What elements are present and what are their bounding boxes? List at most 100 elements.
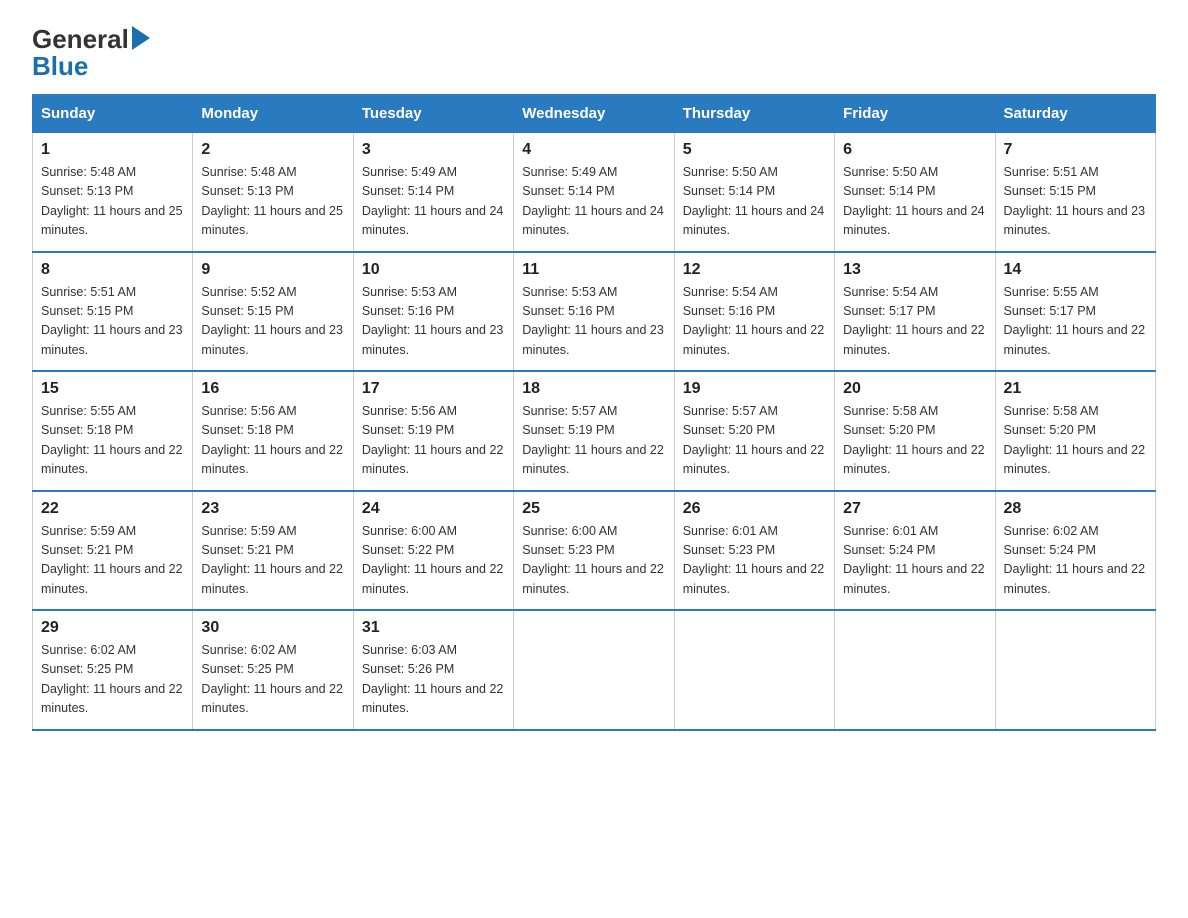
day-number: 24 [362,500,505,518]
logo: General Blue [32,24,150,82]
calendar-cell: 6 Sunrise: 5:50 AM Sunset: 5:14 PM Dayli… [835,133,995,252]
calendar-cell: 13 Sunrise: 5:54 AM Sunset: 5:17 PM Dayl… [835,252,995,372]
day-number: 9 [201,261,344,279]
day-number: 27 [843,500,986,518]
calendar-cell: 2 Sunrise: 5:48 AM Sunset: 5:13 PM Dayli… [193,133,353,252]
day-number: 28 [1004,500,1147,518]
day-info: Sunrise: 5:52 AM Sunset: 5:15 PM Dayligh… [201,283,344,361]
day-number: 6 [843,141,986,159]
calendar-cell: 8 Sunrise: 5:51 AM Sunset: 5:15 PM Dayli… [33,252,193,372]
calendar-cell: 11 Sunrise: 5:53 AM Sunset: 5:16 PM Dayl… [514,252,674,372]
day-info: Sunrise: 6:02 AM Sunset: 5:25 PM Dayligh… [41,641,184,719]
calendar-cell: 25 Sunrise: 6:00 AM Sunset: 5:23 PM Dayl… [514,491,674,611]
day-number: 11 [522,261,665,279]
logo-blue: Blue [32,51,88,82]
day-number: 18 [522,380,665,398]
day-number: 7 [1004,141,1147,159]
calendar-week-row: 15 Sunrise: 5:55 AM Sunset: 5:18 PM Dayl… [33,371,1156,491]
day-number: 12 [683,261,826,279]
day-info: Sunrise: 6:03 AM Sunset: 5:26 PM Dayligh… [362,641,505,719]
calendar-cell: 15 Sunrise: 5:55 AM Sunset: 5:18 PM Dayl… [33,371,193,491]
calendar-cell: 7 Sunrise: 5:51 AM Sunset: 5:15 PM Dayli… [995,133,1155,252]
calendar-week-row: 29 Sunrise: 6:02 AM Sunset: 5:25 PM Dayl… [33,610,1156,730]
calendar-table: SundayMondayTuesdayWednesdayThursdayFrid… [32,94,1156,731]
day-number: 15 [41,380,184,398]
day-info: Sunrise: 5:59 AM Sunset: 5:21 PM Dayligh… [201,522,344,600]
day-number: 31 [362,619,505,637]
day-info: Sunrise: 5:57 AM Sunset: 5:20 PM Dayligh… [683,402,826,480]
day-info: Sunrise: 5:54 AM Sunset: 5:16 PM Dayligh… [683,283,826,361]
calendar-cell: 18 Sunrise: 5:57 AM Sunset: 5:19 PM Dayl… [514,371,674,491]
day-info: Sunrise: 5:53 AM Sunset: 5:16 PM Dayligh… [362,283,505,361]
calendar-cell: 4 Sunrise: 5:49 AM Sunset: 5:14 PM Dayli… [514,133,674,252]
day-number: 19 [683,380,826,398]
day-number: 30 [201,619,344,637]
day-number: 3 [362,141,505,159]
calendar-cell: 22 Sunrise: 5:59 AM Sunset: 5:21 PM Dayl… [33,491,193,611]
logo-arrow-icon [132,26,150,50]
day-info: Sunrise: 5:56 AM Sunset: 5:19 PM Dayligh… [362,402,505,480]
day-info: Sunrise: 5:51 AM Sunset: 5:15 PM Dayligh… [1004,163,1147,241]
day-number: 13 [843,261,986,279]
day-info: Sunrise: 5:56 AM Sunset: 5:18 PM Dayligh… [201,402,344,480]
calendar-cell: 14 Sunrise: 5:55 AM Sunset: 5:17 PM Dayl… [995,252,1155,372]
calendar-cell: 20 Sunrise: 5:58 AM Sunset: 5:20 PM Dayl… [835,371,995,491]
day-info: Sunrise: 5:53 AM Sunset: 5:16 PM Dayligh… [522,283,665,361]
day-info: Sunrise: 5:48 AM Sunset: 5:13 PM Dayligh… [41,163,184,241]
day-number: 22 [41,500,184,518]
day-info: Sunrise: 5:51 AM Sunset: 5:15 PM Dayligh… [41,283,184,361]
weekday-header-sunday: Sunday [33,95,193,133]
day-info: Sunrise: 5:58 AM Sunset: 5:20 PM Dayligh… [843,402,986,480]
day-info: Sunrise: 5:49 AM Sunset: 5:14 PM Dayligh… [522,163,665,241]
day-info: Sunrise: 6:02 AM Sunset: 5:25 PM Dayligh… [201,641,344,719]
day-number: 16 [201,380,344,398]
day-info: Sunrise: 5:50 AM Sunset: 5:14 PM Dayligh… [683,163,826,241]
calendar-cell: 16 Sunrise: 5:56 AM Sunset: 5:18 PM Dayl… [193,371,353,491]
day-info: Sunrise: 5:55 AM Sunset: 5:17 PM Dayligh… [1004,283,1147,361]
calendar-cell: 1 Sunrise: 5:48 AM Sunset: 5:13 PM Dayli… [33,133,193,252]
calendar-cell: 23 Sunrise: 5:59 AM Sunset: 5:21 PM Dayl… [193,491,353,611]
day-number: 2 [201,141,344,159]
day-info: Sunrise: 6:01 AM Sunset: 5:24 PM Dayligh… [843,522,986,600]
day-info: Sunrise: 6:01 AM Sunset: 5:23 PM Dayligh… [683,522,826,600]
day-info: Sunrise: 5:48 AM Sunset: 5:13 PM Dayligh… [201,163,344,241]
day-number: 14 [1004,261,1147,279]
calendar-week-row: 8 Sunrise: 5:51 AM Sunset: 5:15 PM Dayli… [33,252,1156,372]
calendar-cell: 3 Sunrise: 5:49 AM Sunset: 5:14 PM Dayli… [353,133,513,252]
day-info: Sunrise: 5:50 AM Sunset: 5:14 PM Dayligh… [843,163,986,241]
calendar-cell: 24 Sunrise: 6:00 AM Sunset: 5:22 PM Dayl… [353,491,513,611]
calendar-cell: 12 Sunrise: 5:54 AM Sunset: 5:16 PM Dayl… [674,252,834,372]
day-info: Sunrise: 5:54 AM Sunset: 5:17 PM Dayligh… [843,283,986,361]
calendar-cell: 19 Sunrise: 5:57 AM Sunset: 5:20 PM Dayl… [674,371,834,491]
day-info: Sunrise: 6:02 AM Sunset: 5:24 PM Dayligh… [1004,522,1147,600]
calendar-cell [514,610,674,730]
day-number: 4 [522,141,665,159]
calendar-cell [674,610,834,730]
weekday-header-saturday: Saturday [995,95,1155,133]
calendar-cell: 29 Sunrise: 6:02 AM Sunset: 5:25 PM Dayl… [33,610,193,730]
calendar-cell: 30 Sunrise: 6:02 AM Sunset: 5:25 PM Dayl… [193,610,353,730]
day-number: 21 [1004,380,1147,398]
day-info: Sunrise: 5:58 AM Sunset: 5:20 PM Dayligh… [1004,402,1147,480]
weekday-header-monday: Monday [193,95,353,133]
day-info: Sunrise: 6:00 AM Sunset: 5:23 PM Dayligh… [522,522,665,600]
day-number: 10 [362,261,505,279]
weekday-header-row: SundayMondayTuesdayWednesdayThursdayFrid… [33,95,1156,133]
weekday-header-wednesday: Wednesday [514,95,674,133]
weekday-header-thursday: Thursday [674,95,834,133]
calendar-week-row: 1 Sunrise: 5:48 AM Sunset: 5:13 PM Dayli… [33,133,1156,252]
day-info: Sunrise: 5:55 AM Sunset: 5:18 PM Dayligh… [41,402,184,480]
calendar-cell: 5 Sunrise: 5:50 AM Sunset: 5:14 PM Dayli… [674,133,834,252]
calendar-cell: 28 Sunrise: 6:02 AM Sunset: 5:24 PM Dayl… [995,491,1155,611]
day-info: Sunrise: 6:00 AM Sunset: 5:22 PM Dayligh… [362,522,505,600]
calendar-cell [995,610,1155,730]
day-number: 25 [522,500,665,518]
weekday-header-tuesday: Tuesday [353,95,513,133]
day-number: 5 [683,141,826,159]
calendar-week-row: 22 Sunrise: 5:59 AM Sunset: 5:21 PM Dayl… [33,491,1156,611]
calendar-cell: 26 Sunrise: 6:01 AM Sunset: 5:23 PM Dayl… [674,491,834,611]
calendar-cell [835,610,995,730]
calendar-cell: 31 Sunrise: 6:03 AM Sunset: 5:26 PM Dayl… [353,610,513,730]
calendar-cell: 21 Sunrise: 5:58 AM Sunset: 5:20 PM Dayl… [995,371,1155,491]
calendar-cell: 9 Sunrise: 5:52 AM Sunset: 5:15 PM Dayli… [193,252,353,372]
